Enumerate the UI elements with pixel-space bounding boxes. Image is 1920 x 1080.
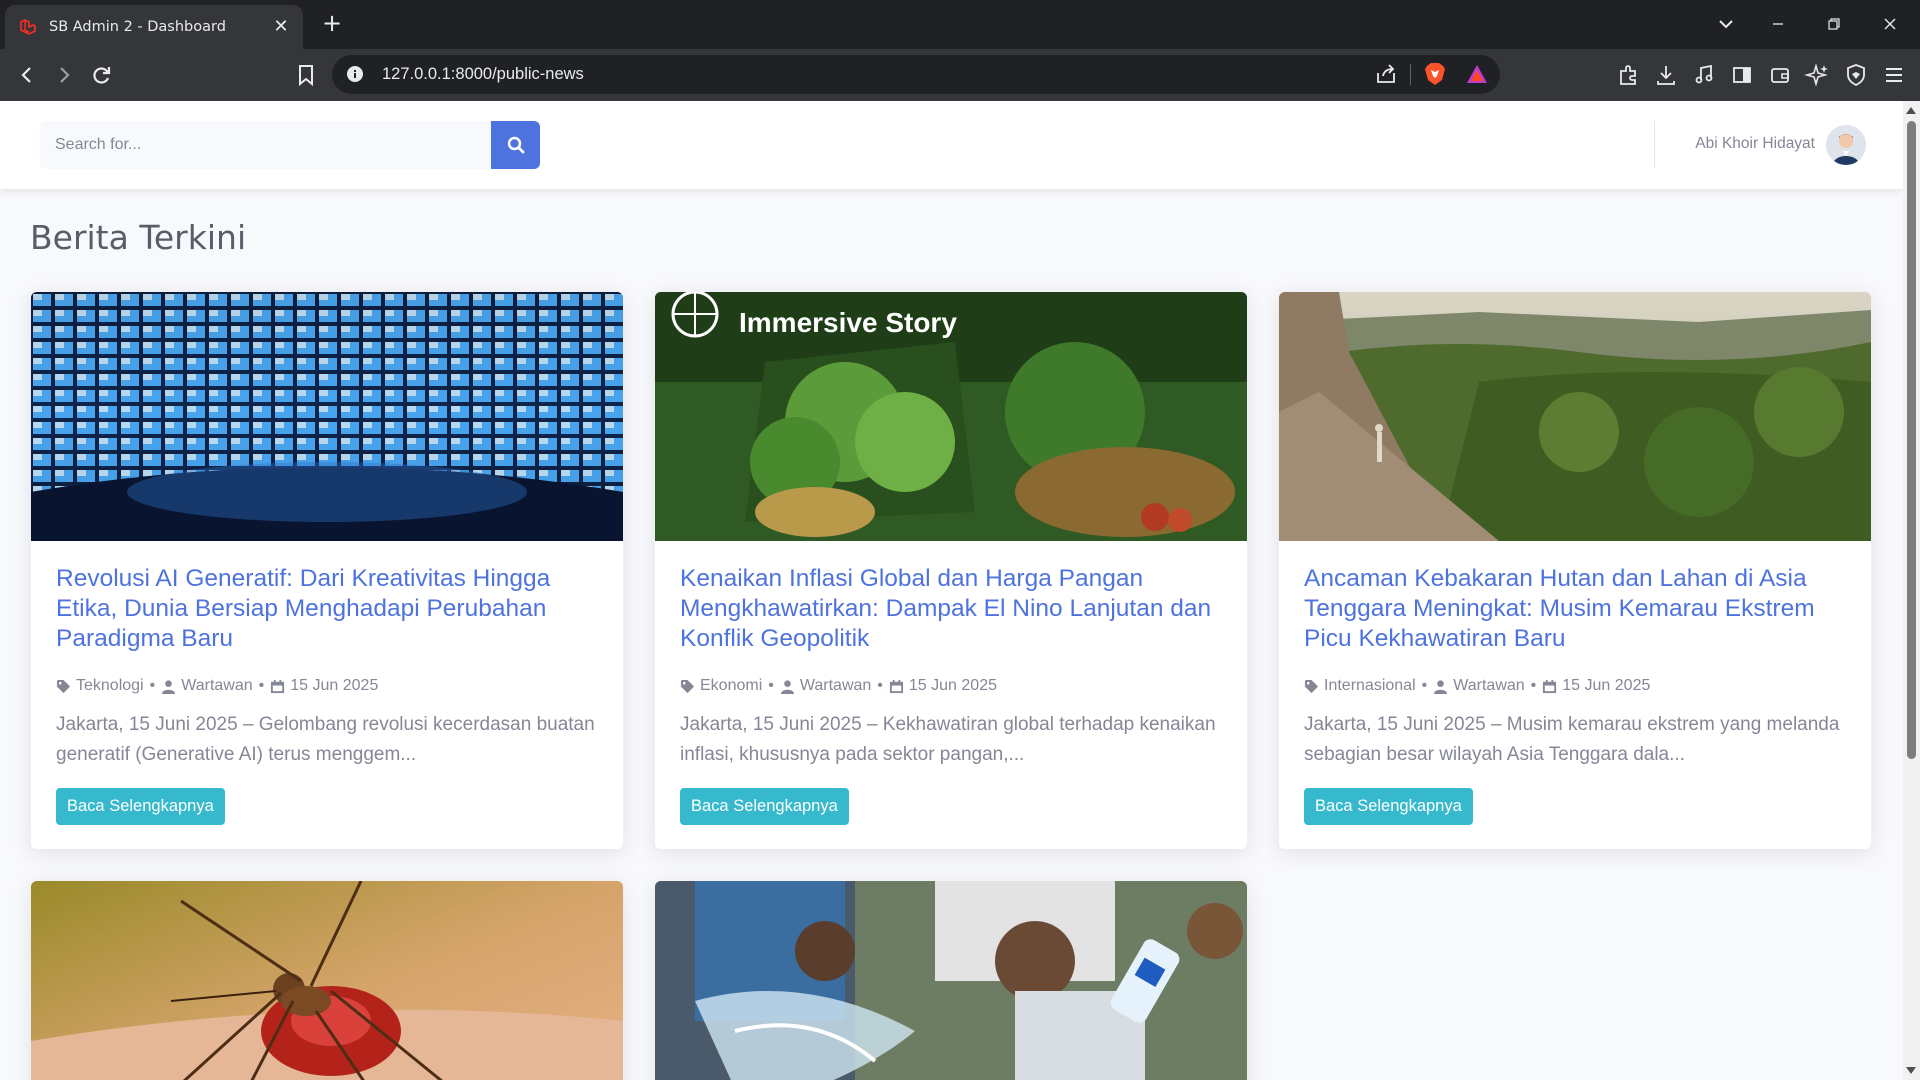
- article-category: Internasional: [1324, 677, 1416, 694]
- brave-shields-icon[interactable]: [1423, 61, 1447, 87]
- url-text: 127.0.0.1:8000/public-news: [382, 65, 584, 83]
- news-image-people-water[interactable]: [655, 881, 1247, 1080]
- tab-title: SB Admin 2 - Dashboard: [49, 19, 226, 35]
- scroll-up-arrow[interactable]: [1906, 107, 1916, 114]
- vpn-shield-icon[interactable]: [1842, 61, 1870, 89]
- scrollbar[interactable]: [1903, 101, 1920, 1080]
- brave-rewards-icon[interactable]: [1465, 62, 1489, 86]
- article-author: Wartawan: [181, 677, 253, 694]
- user-avatar-icon: [1826, 125, 1866, 165]
- article-meta: Teknologi • Wartawan • 15 Jun 2025: [56, 677, 604, 695]
- article-category: Ekonomi: [700, 677, 763, 694]
- news-card: [31, 881, 623, 1080]
- address-bar[interactable]: 127.0.0.1:8000/public-news: [332, 55, 1500, 94]
- menu-icon[interactable]: [1880, 61, 1908, 89]
- article-date: 15 Jun 2025: [290, 677, 379, 694]
- calendar-icon: [1543, 679, 1557, 693]
- article-author: Wartawan: [1453, 677, 1525, 694]
- article-meta: Internasional • Wartawan • 15 Jun 2025: [1304, 677, 1852, 695]
- tab-search-chevron-icon[interactable]: [1712, 10, 1740, 38]
- article-title-link[interactable]: Kenaikan Inflasi Global dan Harga Pangan…: [680, 564, 1228, 654]
- tag-icon: [1304, 679, 1319, 693]
- calendar-icon: [271, 679, 285, 693]
- wallet-icon[interactable]: [1766, 61, 1794, 89]
- news-image-forest[interactable]: [1279, 292, 1871, 541]
- article-date: 15 Jun 2025: [908, 677, 997, 694]
- meta-separator: •: [1530, 677, 1537, 694]
- user-icon: [780, 679, 794, 694]
- forward-icon[interactable]: [50, 61, 78, 89]
- user-icon: [1434, 679, 1448, 694]
- media-icon[interactable]: [1690, 61, 1718, 89]
- leo-ai-icon[interactable]: [1804, 61, 1832, 89]
- read-more-button[interactable]: Baca Selengkapnya: [680, 788, 849, 825]
- browser-tab-bar: SB Admin 2 - Dashboard ✕ +: [0, 0, 1920, 49]
- sidebar-icon[interactable]: [1728, 61, 1756, 89]
- meta-separator: •: [768, 677, 774, 694]
- article-meta: Ekonomi • Wartawan • 15 Jun 2025: [680, 677, 1228, 695]
- close-tab-icon[interactable]: ✕: [269, 15, 293, 39]
- search-input[interactable]: [40, 121, 492, 169]
- page-viewport: Abi Khoir Hidayat Berita Terkini: [0, 101, 1920, 1080]
- avatar[interactable]: [1826, 125, 1866, 165]
- article-excerpt: Jakarta, 15 Juni 2025 – Musim kemarau ek…: [1304, 714, 1840, 765]
- news-image-vegetables[interactable]: Immersive Story: [655, 292, 1247, 541]
- scrollbar-thumb[interactable]: [1907, 121, 1916, 759]
- share-icon[interactable]: [1374, 62, 1398, 86]
- user-icon: [162, 679, 176, 694]
- site-info-icon[interactable]: [346, 65, 364, 83]
- meta-separator: •: [1421, 677, 1428, 694]
- tag-icon: [680, 679, 695, 693]
- download-icon[interactable]: [1652, 61, 1680, 89]
- topbar: Abi Khoir Hidayat: [0, 101, 1903, 189]
- article-excerpt: Jakarta, 15 Juni 2025 – Gelombang revolu…: [56, 714, 595, 765]
- article-title-link[interactable]: Revolusi AI Generatif: Dari Kreativitas …: [56, 564, 604, 654]
- browser-tab[interactable]: SB Admin 2 - Dashboard ✕: [5, 5, 303, 49]
- news-image-video-wall[interactable]: [31, 292, 623, 541]
- news-card: Immersive Story Kenaikan Inflasi Global …: [655, 292, 1247, 849]
- close-window-icon[interactable]: [1876, 10, 1904, 38]
- new-tab-icon[interactable]: +: [318, 10, 346, 38]
- divider: [1410, 64, 1411, 85]
- article-excerpt: Jakarta, 15 Juni 2025 – Kekhawatiran glo…: [680, 714, 1216, 765]
- news-image-mosquito[interactable]: [31, 881, 623, 1080]
- article-date: 15 Jun 2025: [1562, 677, 1651, 694]
- article-title-link[interactable]: Ancaman Kebakaran Hutan dan Lahan di Asi…: [1304, 564, 1852, 654]
- article-author: Wartawan: [799, 677, 872, 694]
- reload-icon[interactable]: [88, 61, 116, 89]
- bookmark-icon[interactable]: [292, 61, 320, 89]
- meta-separator: •: [149, 677, 156, 694]
- search-button[interactable]: [491, 121, 540, 169]
- image-caption-text: Immersive Story: [739, 307, 957, 338]
- article-category: Teknologi: [76, 677, 144, 694]
- news-card: [655, 881, 1247, 1080]
- meta-separator: •: [877, 677, 883, 694]
- laravel-icon: [20, 19, 36, 35]
- back-icon[interactable]: [13, 61, 41, 89]
- minimize-icon[interactable]: [1764, 10, 1792, 38]
- extensions-icon[interactable]: [1614, 61, 1642, 89]
- read-more-button[interactable]: Baca Selengkapnya: [56, 788, 225, 825]
- calendar-icon: [889, 679, 903, 693]
- search-icon: [507, 136, 525, 154]
- scroll-down-arrow[interactable]: [1906, 1067, 1916, 1074]
- news-card: Ancaman Kebakaran Hutan dan Lahan di Asi…: [1279, 292, 1871, 849]
- meta-separator: •: [258, 677, 265, 694]
- read-more-button[interactable]: Baca Selengkapnya: [1304, 788, 1473, 825]
- restore-icon[interactable]: [1820, 10, 1848, 38]
- user-name[interactable]: Abi Khoir Hidayat: [1695, 135, 1815, 153]
- tag-icon: [56, 679, 71, 693]
- topbar-divider: [1654, 121, 1655, 169]
- browser-toolbar: 127.0.0.1:8000/public-news: [0, 49, 1920, 101]
- news-card: Revolusi AI Generatif: Dari Kreativitas …: [31, 292, 623, 849]
- page-title: Berita Terkini: [30, 218, 247, 257]
